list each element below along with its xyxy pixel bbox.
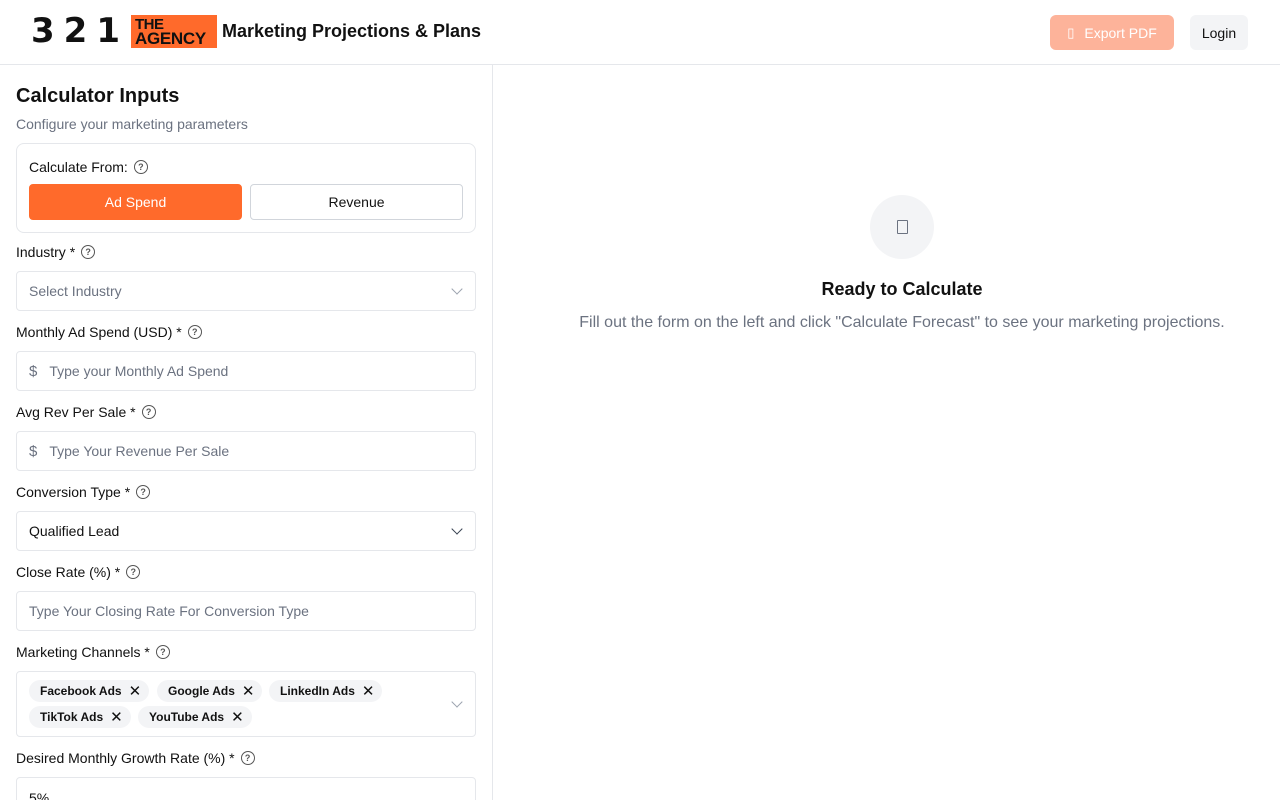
marketing-channels-label-text: Marketing Channels *: [16, 644, 150, 660]
agency-logo[interactable]: 321 THE AGENCY: [31, 11, 217, 51]
page-title: Marketing Projections & Plans: [222, 21, 482, 41]
close-icon[interactable]: ✕: [129, 684, 142, 699]
channel-tag-label: Facebook Ads: [40, 684, 122, 698]
marketing-channels-label: Marketing Channels * ?: [16, 644, 170, 660]
close-rate-label: Close Rate (%) * ?: [16, 564, 141, 580]
channel-tag-label: YouTube Ads: [149, 710, 225, 724]
close-icon[interactable]: ✕: [110, 710, 123, 725]
help-icon[interactable]: ?: [155, 645, 170, 659]
rev-per-sale-input[interactable]: $ Type Your Revenue Per Sale: [16, 431, 476, 471]
industry-label: Industry * ?: [16, 244, 96, 260]
channel-tag-label: LinkedIn Ads: [280, 684, 355, 698]
channel-tag-label: Google Ads: [168, 684, 235, 698]
help-icon[interactable]: ?: [126, 565, 141, 579]
panel-subtitle: Configure your marketing parameters: [16, 116, 248, 132]
panel-title: Calculator Inputs: [16, 85, 180, 107]
empty-state-title: Ready to Calculate: [821, 279, 983, 299]
close-rate-placeholder: Type Your Closing Rate For Conversion Ty…: [29, 603, 309, 619]
help-icon[interactable]: ?: [81, 245, 96, 259]
rev-per-sale-label-text: Avg Rev Per Sale *: [16, 404, 136, 420]
document-icon: [896, 220, 908, 234]
ad-spend-toggle[interactable]: Ad Spend: [29, 184, 242, 220]
growth-rate-label-text: Desired Monthly Growth Rate (%) *: [16, 750, 235, 766]
app-header: 321 THE AGENCY Marketing Projections & P…: [0, 0, 1280, 65]
industry-select[interactable]: Select Industry: [16, 271, 476, 311]
conversion-type-label: Conversion Type * ?: [16, 484, 151, 500]
calculate-from-card: Calculate From: ? Ad Spend Revenue: [16, 143, 476, 233]
rev-per-sale-label: Avg Rev Per Sale * ?: [16, 404, 156, 420]
industry-placeholder: Select Industry: [29, 283, 122, 299]
calculator-inputs-panel: Calculator Inputs Configure your marketi…: [0, 65, 493, 800]
dollar-prefix: $: [29, 442, 38, 460]
help-icon[interactable]: ?: [187, 325, 202, 339]
close-icon[interactable]: ✕: [231, 710, 244, 725]
ad-spend-placeholder: Type your Monthly Ad Spend: [49, 363, 229, 379]
calculate-from-label: Calculate From: ?: [29, 159, 148, 175]
export-pdf-label: Export PDF: [1084, 24, 1157, 41]
ad-spend-label: Monthly Ad Spend (USD) * ?: [16, 324, 202, 340]
login-button[interactable]: Login: [1190, 15, 1248, 50]
export-pdf-button[interactable]: ▯ Export PDF: [1050, 15, 1174, 50]
ad-spend-label-text: Monthly Ad Spend (USD) *: [16, 324, 182, 340]
chevron-down-icon: [451, 696, 463, 708]
close-rate-label-text: Close Rate (%) *: [16, 564, 121, 580]
empty-state-text: Fill out the form on the left and click …: [579, 314, 1225, 331]
growth-rate-label: Desired Monthly Growth Rate (%) * ?: [16, 750, 255, 766]
logo-number: 321: [31, 11, 129, 51]
calculator-icon: [870, 195, 934, 259]
help-icon[interactable]: ?: [136, 485, 151, 499]
conversion-type-label-text: Conversion Type *: [16, 484, 131, 500]
growth-rate-input[interactable]: 5%: [16, 777, 476, 800]
channel-tag-label: TikTok Ads: [40, 710, 104, 724]
revenue-toggle[interactable]: Revenue: [250, 184, 463, 220]
dollar-prefix: $: [29, 362, 38, 380]
channel-tag: TikTok Ads ✕: [29, 706, 131, 728]
logo-badge: THE AGENCY: [130, 15, 217, 48]
rev-per-sale-placeholder: Type Your Revenue Per Sale: [49, 443, 230, 459]
ad-spend-input[interactable]: $ Type your Monthly Ad Spend: [16, 351, 476, 391]
file-icon: ▯: [1067, 24, 1075, 40]
help-icon[interactable]: ?: [240, 751, 255, 765]
logo-line-2: AGENCY: [134, 29, 206, 48]
channel-tag: YouTube Ads ✕: [138, 706, 252, 728]
channel-tag: LinkedIn Ads ✕: [269, 680, 383, 702]
channel-tag: Facebook Ads ✕: [29, 680, 150, 702]
conversion-type-select[interactable]: Qualified Lead: [16, 511, 476, 551]
marketing-channels-select[interactable]: Facebook Ads ✕ Google Ads ✕ LinkedIn Ads…: [16, 671, 476, 737]
close-rate-input[interactable]: Type Your Closing Rate For Conversion Ty…: [16, 591, 476, 631]
results-panel: Ready to Calculate Fill out the form on …: [493, 65, 1280, 800]
channel-tag: Google Ads ✕: [157, 680, 263, 702]
conversion-type-value: Qualified Lead: [29, 523, 120, 539]
help-icon[interactable]: ?: [133, 160, 148, 174]
help-icon[interactable]: ?: [141, 405, 156, 419]
calculate-from-text: Calculate From:: [29, 159, 128, 175]
chevron-down-icon: [451, 283, 463, 295]
industry-label-text: Industry *: [16, 244, 76, 260]
growth-rate-value: 5%: [29, 790, 50, 800]
close-icon[interactable]: ✕: [362, 684, 375, 699]
close-icon[interactable]: ✕: [242, 684, 255, 699]
chevron-down-icon: [451, 523, 463, 535]
